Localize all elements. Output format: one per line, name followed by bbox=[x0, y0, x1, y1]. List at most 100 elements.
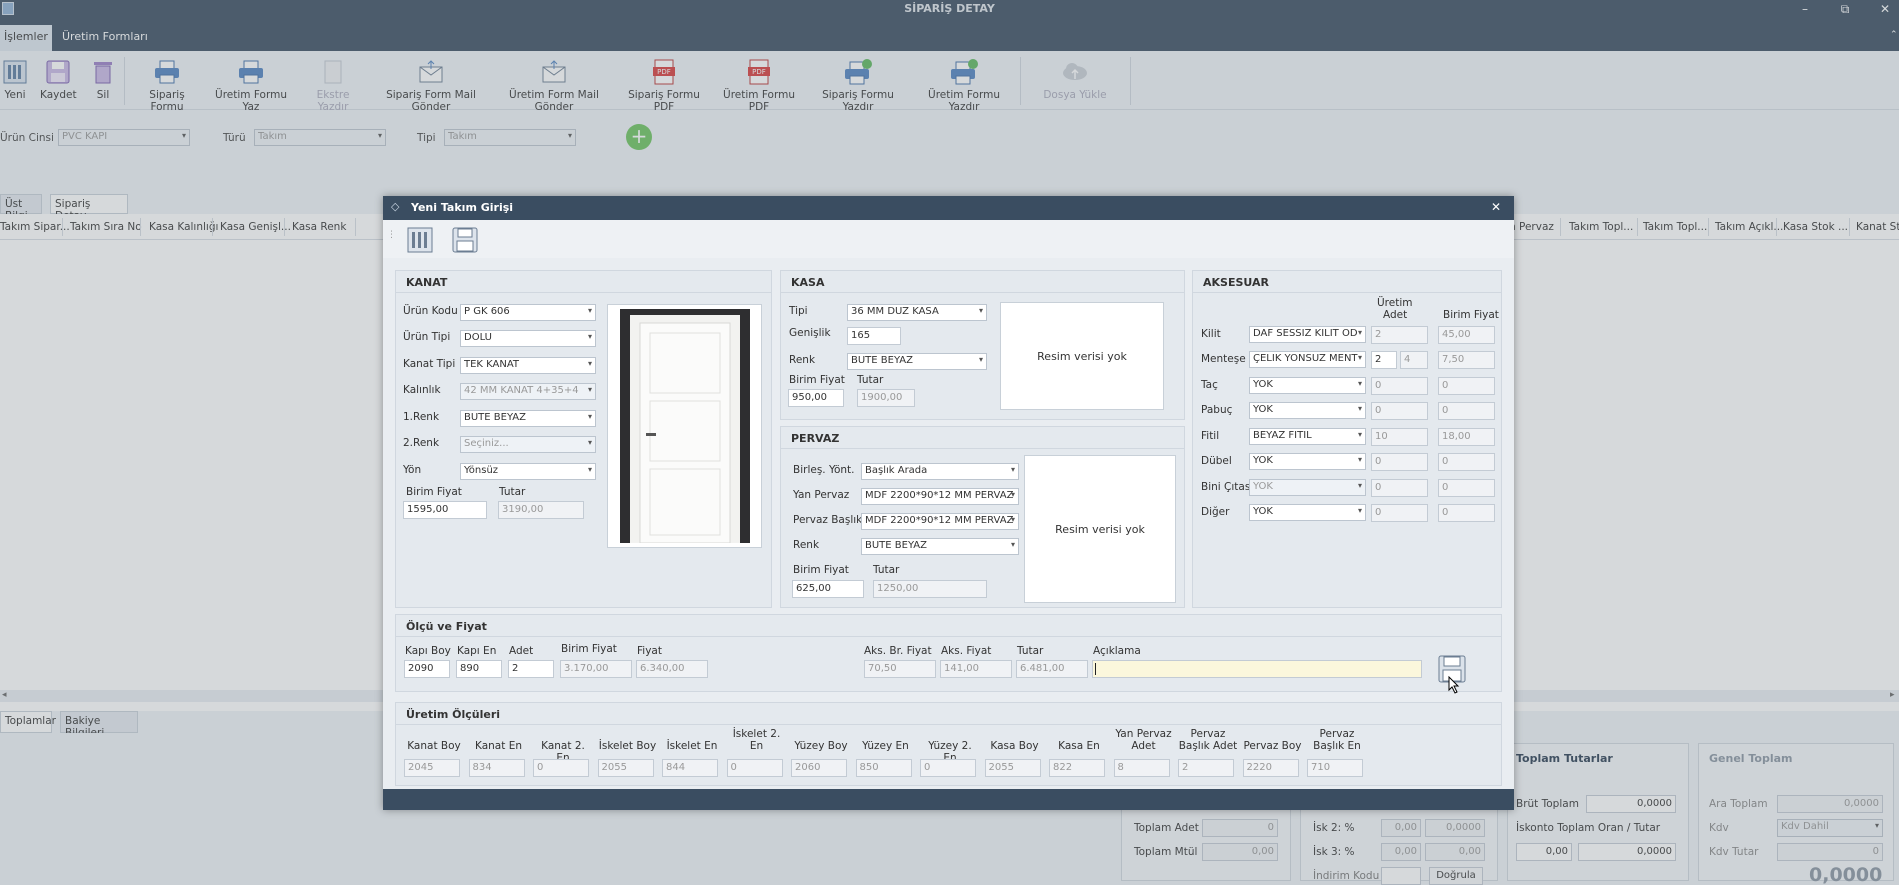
aksesuar-fiyat-field: 7,50 bbox=[1438, 351, 1495, 369]
tutar-label: Tutar bbox=[1017, 645, 1044, 657]
aksesuar-label: Fitil bbox=[1201, 430, 1220, 442]
aks-fiyat-field: 141,00 bbox=[940, 660, 1012, 678]
aksesuar-uretim-field: 10 bbox=[1371, 428, 1428, 446]
renk2-select[interactable]: Seçiniz... ▾ bbox=[460, 436, 596, 453]
kanat-birim-fiyat-input[interactable]: 1595,00 bbox=[403, 501, 487, 519]
kanat-tipi-select[interactable]: TEK KANAT ▾ bbox=[460, 357, 596, 374]
aksesuar-fiyat-field: 0 bbox=[1438, 402, 1495, 420]
aksesuar-uretim-field: 0 bbox=[1371, 453, 1428, 471]
uretim-olcu-field: 0 bbox=[920, 759, 976, 777]
kasa-tipi-select[interactable]: 36 MM DÜZ KASA ▾ bbox=[847, 304, 987, 321]
uretim-olcu-field: 8 bbox=[1113, 759, 1170, 777]
yon-label: Yön bbox=[403, 464, 422, 476]
yan-pervaz-label: Yan Pervaz bbox=[793, 489, 850, 501]
urun-kodu-select[interactable]: P GK 606 ▾ bbox=[460, 304, 596, 321]
aksesuar-select[interactable]: BEYAZ FİTİL ▾ bbox=[1249, 428, 1366, 445]
chevron-down-icon: ▾ bbox=[1010, 540, 1015, 549]
uretim-olcu-field: 2060 bbox=[791, 759, 847, 777]
text-cursor bbox=[1095, 663, 1096, 675]
kasa-birim-fiyat-input[interactable]: 950,00 bbox=[788, 389, 844, 407]
new-row-icon[interactable] bbox=[407, 227, 433, 253]
uretim-col-header: Üretim bbox=[1377, 297, 1413, 309]
kasa-renk-select[interactable]: BUTE BEYAZ ▾ bbox=[847, 353, 987, 370]
tutar-field: 6.481,00 bbox=[1016, 660, 1088, 678]
aksesuar-uretim-field: 0 bbox=[1371, 377, 1428, 395]
chevron-down-icon: ▾ bbox=[1010, 515, 1015, 524]
aks-fiyat-label: Aks. Fiyat bbox=[941, 645, 992, 657]
kanat-section: KANAT Ürün Kodu P GK 606 ▾ Ürün Tipi DOLU… bbox=[395, 270, 772, 608]
kasa-title: KASA bbox=[781, 271, 1184, 293]
aksesuar-adet-input[interactable]: 2 bbox=[1371, 351, 1397, 369]
pervaz-tutar-field: 1250,00 bbox=[873, 580, 987, 598]
chevron-down-icon: ▾ bbox=[1357, 481, 1362, 490]
uretim-olcu-field: 844 bbox=[662, 759, 718, 777]
aksesuar-label: Dübel bbox=[1201, 455, 1232, 467]
kapi-boy-input[interactable]: 2090 bbox=[404, 660, 450, 678]
chevron-down-icon: ▾ bbox=[587, 385, 592, 394]
pervaz-birim-fiyat-label: Birim Fiyat bbox=[793, 564, 849, 576]
kasa-tutar-field: 1900,00 bbox=[857, 389, 915, 407]
adet-input[interactable]: 2 bbox=[508, 660, 554, 678]
chevron-down-icon: ▾ bbox=[1357, 353, 1362, 362]
yon-select[interactable]: Yönsüz ▾ bbox=[460, 463, 596, 480]
mouse-pointer-icon bbox=[1448, 676, 1460, 694]
pervaz-renk-select[interactable]: BUTE BEYAZ ▾ bbox=[861, 538, 1019, 555]
kanat-tutar-label: Tutar bbox=[499, 486, 526, 498]
aksesuar-fiyat-field: 0 bbox=[1438, 453, 1495, 471]
kapi-en-input[interactable]: 890 bbox=[456, 660, 502, 678]
renk1-select[interactable]: BUTE BEYAZ ▾ bbox=[460, 410, 596, 427]
chevron-down-icon: ▾ bbox=[587, 412, 592, 421]
aksesuar-uretim-field: 0 bbox=[1371, 504, 1428, 522]
pervaz-section: PERVAZ Birleş. Yönt. Başlık Arada ▾ Yan P… bbox=[780, 426, 1185, 608]
birles-select[interactable]: Başlık Arada ▾ bbox=[861, 463, 1019, 480]
aks-br-fiyat-field: 70,50 bbox=[864, 660, 936, 678]
aksesuar-select[interactable]: YOK ▾ bbox=[1249, 453, 1366, 470]
aksesuar-select[interactable]: ÇELİK YÖNSÜZ MENT ▾ bbox=[1249, 351, 1366, 368]
uretim-olcu-label: Kanat Boy bbox=[407, 740, 461, 752]
kapi-boy-label: Kapı Boy bbox=[405, 645, 451, 657]
pervaz-birim-fiyat-input[interactable]: 625,00 bbox=[792, 580, 864, 598]
kasa-section: KASA Tipi 36 MM DÜZ KASA ▾ Genişlik 165 R… bbox=[780, 270, 1185, 420]
dialog-close-icon[interactable]: ✕ bbox=[1491, 200, 1501, 214]
uretim-olcu-label: Pervaz Başlık Adet bbox=[1178, 728, 1238, 752]
door-picture bbox=[619, 309, 750, 543]
aksesuar-select[interactable]: YOK ▾ bbox=[1249, 377, 1366, 394]
chevron-down-icon: ▾ bbox=[1010, 465, 1015, 474]
aciklama-input[interactable] bbox=[1092, 660, 1422, 678]
uretim-olcu-field: 850 bbox=[855, 759, 912, 777]
aksesuar-title: AKSESUAR bbox=[1193, 271, 1501, 293]
kasa-tutar-label: Tutar bbox=[857, 374, 884, 386]
chevron-down-icon: ▾ bbox=[587, 438, 592, 447]
chevron-down-icon: ▾ bbox=[978, 306, 983, 315]
aksesuar-select[interactable]: DAF SESSİZ KİLİT OD ▾ bbox=[1249, 326, 1366, 343]
drag-handle-icon[interactable]: ⋮ bbox=[387, 230, 396, 240]
birim-fiyat-col-header: Birim Fiyat bbox=[1443, 309, 1499, 321]
aksesuar-uretim-field: 0 bbox=[1371, 479, 1428, 497]
kalinlik-select[interactable]: 42 MM KANAT 4+35+4 ▾ bbox=[460, 383, 596, 400]
adet-col-header: Adet bbox=[1383, 309, 1408, 321]
urun-tipi-select[interactable]: DOLU ▾ bbox=[460, 330, 596, 347]
pervaz-baslik-select[interactable]: MDF 2200*90*12 MM PERVAZ ▾ bbox=[861, 513, 1019, 530]
chevron-down-icon: ▾ bbox=[1357, 379, 1362, 388]
aciklama-label: Açıklama bbox=[1093, 645, 1141, 657]
olcu-fiyat-title: Ölçü ve Fiyat bbox=[396, 615, 1501, 637]
chevron-down-icon: ▾ bbox=[1357, 455, 1362, 464]
aksesuar-select[interactable]: YOK ▾ bbox=[1249, 402, 1366, 419]
yan-pervaz-select[interactable]: MDF 2200*90*12 MM PERVAZ ▾ bbox=[861, 488, 1019, 505]
pervaz-tutar-label: Tutar bbox=[873, 564, 900, 576]
kasa-tipi-label: Tipi bbox=[789, 305, 808, 317]
save-icon[interactable] bbox=[452, 227, 478, 253]
aksesuar-select[interactable]: YOK ▾ bbox=[1249, 504, 1366, 521]
olcu-fiyat-section: Ölçü ve Fiyat Kapı Boy 2090 Kapı En 890 … bbox=[395, 614, 1502, 692]
aksesuar-select[interactable]: YOK ▾ bbox=[1249, 479, 1366, 496]
genislik-input[interactable]: 165 bbox=[847, 327, 901, 345]
aksesuar-fiyat-field: 0 bbox=[1438, 504, 1495, 522]
chevron-down-icon: ▾ bbox=[1010, 490, 1015, 499]
uretim-olcu-field: 822 bbox=[1049, 759, 1105, 777]
uretim-olcu-field: 2055 bbox=[597, 759, 654, 777]
olcu-birim-fiyat-field: 3.170,00 bbox=[560, 660, 632, 678]
uretim-olcu-label: Yan Pervaz Adet bbox=[1115, 728, 1172, 752]
dialog-title: Yeni Takım Girişi bbox=[411, 201, 514, 214]
fiyat-field: 6.340,00 bbox=[636, 660, 708, 678]
aksesuar-section: AKSESUAR Üretim Adet Birim Fiyat Kilit DA… bbox=[1192, 270, 1502, 608]
